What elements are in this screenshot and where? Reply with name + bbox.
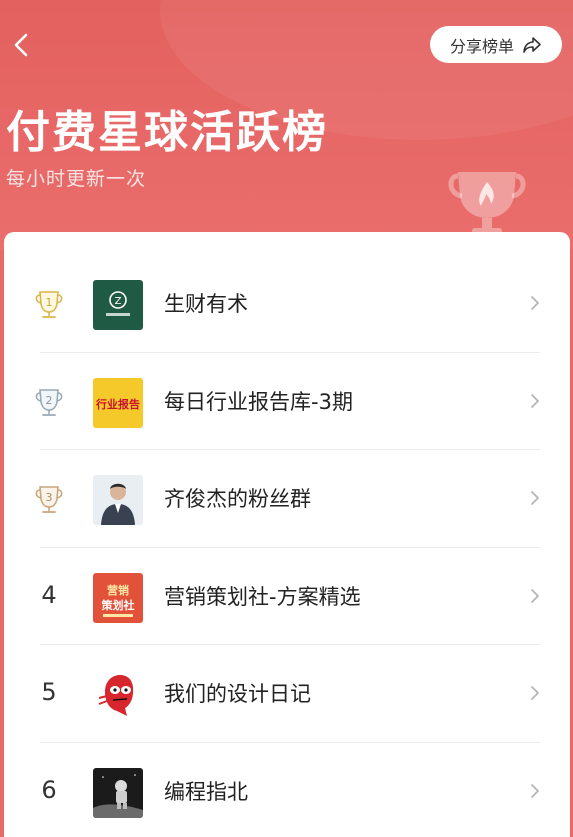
shengcai-logo-icon: Z (93, 280, 143, 330)
avatar-text: 策划社 (101, 598, 135, 612)
page-title: 付费星球活跃榜 (6, 107, 328, 158)
chevron-right-icon (531, 393, 539, 408)
svg-text:Z: Z (115, 296, 122, 307)
rank-number: 3 (46, 491, 53, 504)
rank-number: 6 (41, 775, 57, 804)
rank-number: 1 (46, 296, 53, 309)
ranking-item-6[interactable]: 6 编程指北 (4, 741, 570, 837)
header: 分享榜单 付费星球活跃榜 每小时更新一次 (0, 0, 573, 250)
chevron-right-icon (531, 686, 539, 700)
share-button-label: 分享榜单 (449, 36, 514, 56)
gold-trophy-icon: 1 (35, 291, 63, 318)
ranking-item-5[interactable]: 5 我们的设计日记 (4, 644, 570, 742)
item-name: 我们的设计日记 (164, 682, 311, 706)
page-subtitle: 每小时更新一次 (6, 168, 147, 190)
avatar-text: 行业报告 (95, 397, 140, 411)
chevron-right-icon (531, 588, 539, 603)
ranking-item-3[interactable]: 3 齐俊杰的粉丝群 (4, 449, 570, 547)
avatar (93, 767, 143, 818)
chevron-right-icon (531, 296, 539, 310)
rank-number: 4 (41, 580, 57, 609)
bronze-trophy-icon: 3 (35, 486, 63, 513)
avatar: 行业报告 (93, 377, 143, 428)
item-name: 每日行业报告库-3期 (164, 389, 353, 414)
masked-hero-icon (93, 670, 143, 720)
rank-number: 5 (41, 678, 57, 706)
report-logo-icon: 行业报告 (93, 377, 143, 428)
item-name: 营销策划社-方案精选 (164, 584, 361, 609)
avatar: 营销 策划社 (93, 572, 143, 623)
ranking-list: 1 Z 生财有术 2 行业报告 每日行业报告库-3期 3 齐俊杰的粉丝群 4 营… (4, 254, 570, 837)
ranking-item-2[interactable]: 2 行业报告 每日行业报告库-3期 (4, 351, 570, 450)
astronaut-photo-icon (93, 767, 143, 818)
item-name: 齐俊杰的粉丝群 (164, 487, 311, 511)
item-name: 生财有术 (164, 292, 248, 316)
chevron-left-icon (14, 33, 28, 57)
ranking-item-1[interactable]: 1 Z 生财有术 (4, 254, 570, 352)
silver-trophy-icon: 2 (35, 388, 63, 416)
avatar (93, 670, 143, 720)
trophy-icon (448, 172, 526, 238)
rank-number: 2 (46, 394, 53, 407)
share-arrow-icon (523, 36, 541, 53)
item-name: 编程指北 (164, 779, 248, 804)
ranking-item-4[interactable]: 4 营销 策划社 营销策划社-方案精选 (4, 546, 570, 645)
share-ranking-button[interactable]: 分享榜单 (430, 26, 562, 63)
person-photo-icon (93, 475, 143, 525)
chevron-right-icon (531, 491, 539, 505)
ranking-card: 1 Z 生财有术 2 行业报告 每日行业报告库-3期 3 齐俊杰的粉丝群 4 营… (4, 232, 570, 837)
avatar (93, 475, 143, 525)
back-button[interactable] (6, 28, 36, 62)
marketing-logo-icon: 营销 策划社 (93, 572, 143, 623)
avatar-text: 营销 (107, 583, 129, 597)
avatar: Z (93, 280, 143, 330)
chevron-right-icon (531, 783, 539, 798)
